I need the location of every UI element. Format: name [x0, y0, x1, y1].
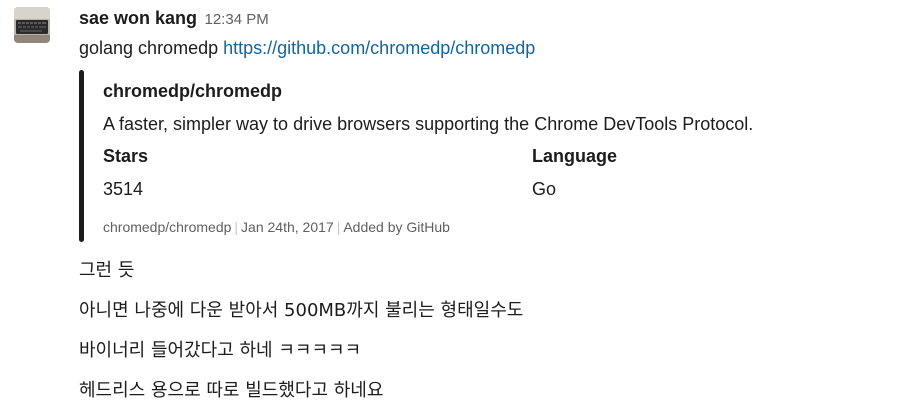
github-link[interactable]: https://github.com/chromedp/chromedp: [223, 38, 535, 58]
message-text-prefix: golang chromedp: [79, 38, 224, 58]
field-title-stars: Stars: [103, 146, 149, 166]
footer-repo[interactable]: chromedp/chromedp: [103, 219, 231, 235]
message-group: sae won kang 12:34 PM golang chromedp ht…: [0, 0, 916, 415]
attachment-footer: chromedp/chromedp | Jan 24th, 2017 | Added b…: [103, 217, 450, 237]
footer-date: Jan 24th, 2017: [241, 219, 334, 235]
followup-message: 바이너리 들어갔다고 하네 ㅋㅋㅋㅋㅋ: [79, 340, 362, 361]
link-unfurl-attachment: chromedp/chromedp A faster, simpler way …: [79, 70, 909, 242]
keyboard-photo-icon: [14, 7, 50, 43]
followup-message: 그런 듯: [79, 260, 135, 281]
sender-name[interactable]: sae won kang: [79, 8, 197, 28]
message-timestamp[interactable]: 12:34 PM: [205, 11, 269, 28]
followup-message: 아니면 나중에 다운 받아서 500MB까지 불리는 형태일수도: [79, 300, 524, 321]
footer-separator: |: [234, 219, 239, 235]
attachment-title[interactable]: chromedp/chromedp: [103, 78, 282, 104]
avatar[interactable]: [14, 7, 50, 43]
field-title-language: Language: [532, 146, 618, 166]
followup-message: 헤드리스 용으로 따로 빌드했다고 하네요: [79, 380, 384, 401]
attachment-color-bar: [79, 70, 84, 242]
footer-added-by: Added by GitHub: [343, 219, 450, 235]
message-header: sae won kang 12:34 PM: [79, 6, 269, 30]
footer-separator: |: [336, 219, 341, 235]
attachment-description: A faster, simpler way to drive browsers …: [103, 114, 754, 134]
message-text: golang chromedp https://github.com/chrom…: [79, 35, 535, 61]
field-value-language: Go: [532, 179, 557, 199]
field-value-stars: 3514: [103, 179, 144, 199]
